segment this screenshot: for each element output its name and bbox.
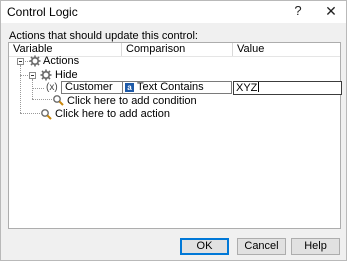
- condition-value-input[interactable]: XYZ: [233, 81, 342, 95]
- variable-icon: (x): [46, 82, 58, 93]
- help-icon[interactable]: ?: [288, 2, 308, 20]
- gear-icon: [29, 55, 41, 67]
- condition-value-text: XYZ: [236, 82, 258, 94]
- condition-variable-field[interactable]: Customer: [61, 81, 124, 94]
- add-action-link[interactable]: Click here to add action: [55, 108, 170, 120]
- window-title: Control Logic: [7, 5, 78, 19]
- add-condition-link[interactable]: Click here to add condition: [67, 95, 197, 107]
- condition-comparison-field[interactable]: a Text Contains: [122, 81, 232, 94]
- help-button[interactable]: Help: [291, 238, 340, 255]
- tree-guide-line: [32, 88, 44, 90]
- text-type-icon: a: [125, 83, 134, 92]
- add-condition-icon: [53, 95, 64, 106]
- actions-root-label[interactable]: Actions: [43, 55, 79, 67]
- column-header-comparison[interactable]: Comparison: [122, 43, 233, 56]
- close-icon[interactable]: ✕: [321, 2, 341, 20]
- text-caret: [258, 82, 260, 92]
- condition-comparison-label: Text Contains: [137, 81, 204, 93]
- gear-icon: [40, 69, 52, 81]
- cancel-button[interactable]: Cancel: [237, 238, 286, 255]
- tree-guide-line: [20, 113, 40, 115]
- ok-button[interactable]: OK: [180, 238, 229, 255]
- hide-action-label[interactable]: Hide: [55, 69, 78, 81]
- collapse-hide-toggle[interactable]: [29, 72, 36, 79]
- column-header-value[interactable]: Value: [233, 43, 340, 56]
- prompt-label: Actions that should update this control:: [9, 30, 198, 42]
- collapse-actions-toggle[interactable]: [17, 58, 24, 65]
- control-logic-dialog: Control Logic ? ✕ Actions that should up…: [0, 0, 347, 261]
- title-bar: Control Logic ? ✕: [1, 1, 346, 23]
- logic-tree[interactable]: Variable Comparison Value Actions Hide (…: [8, 42, 342, 229]
- add-action-icon: [41, 109, 52, 120]
- tree-guide-line: [32, 99, 52, 101]
- tree-guide-line: [20, 65, 22, 113]
